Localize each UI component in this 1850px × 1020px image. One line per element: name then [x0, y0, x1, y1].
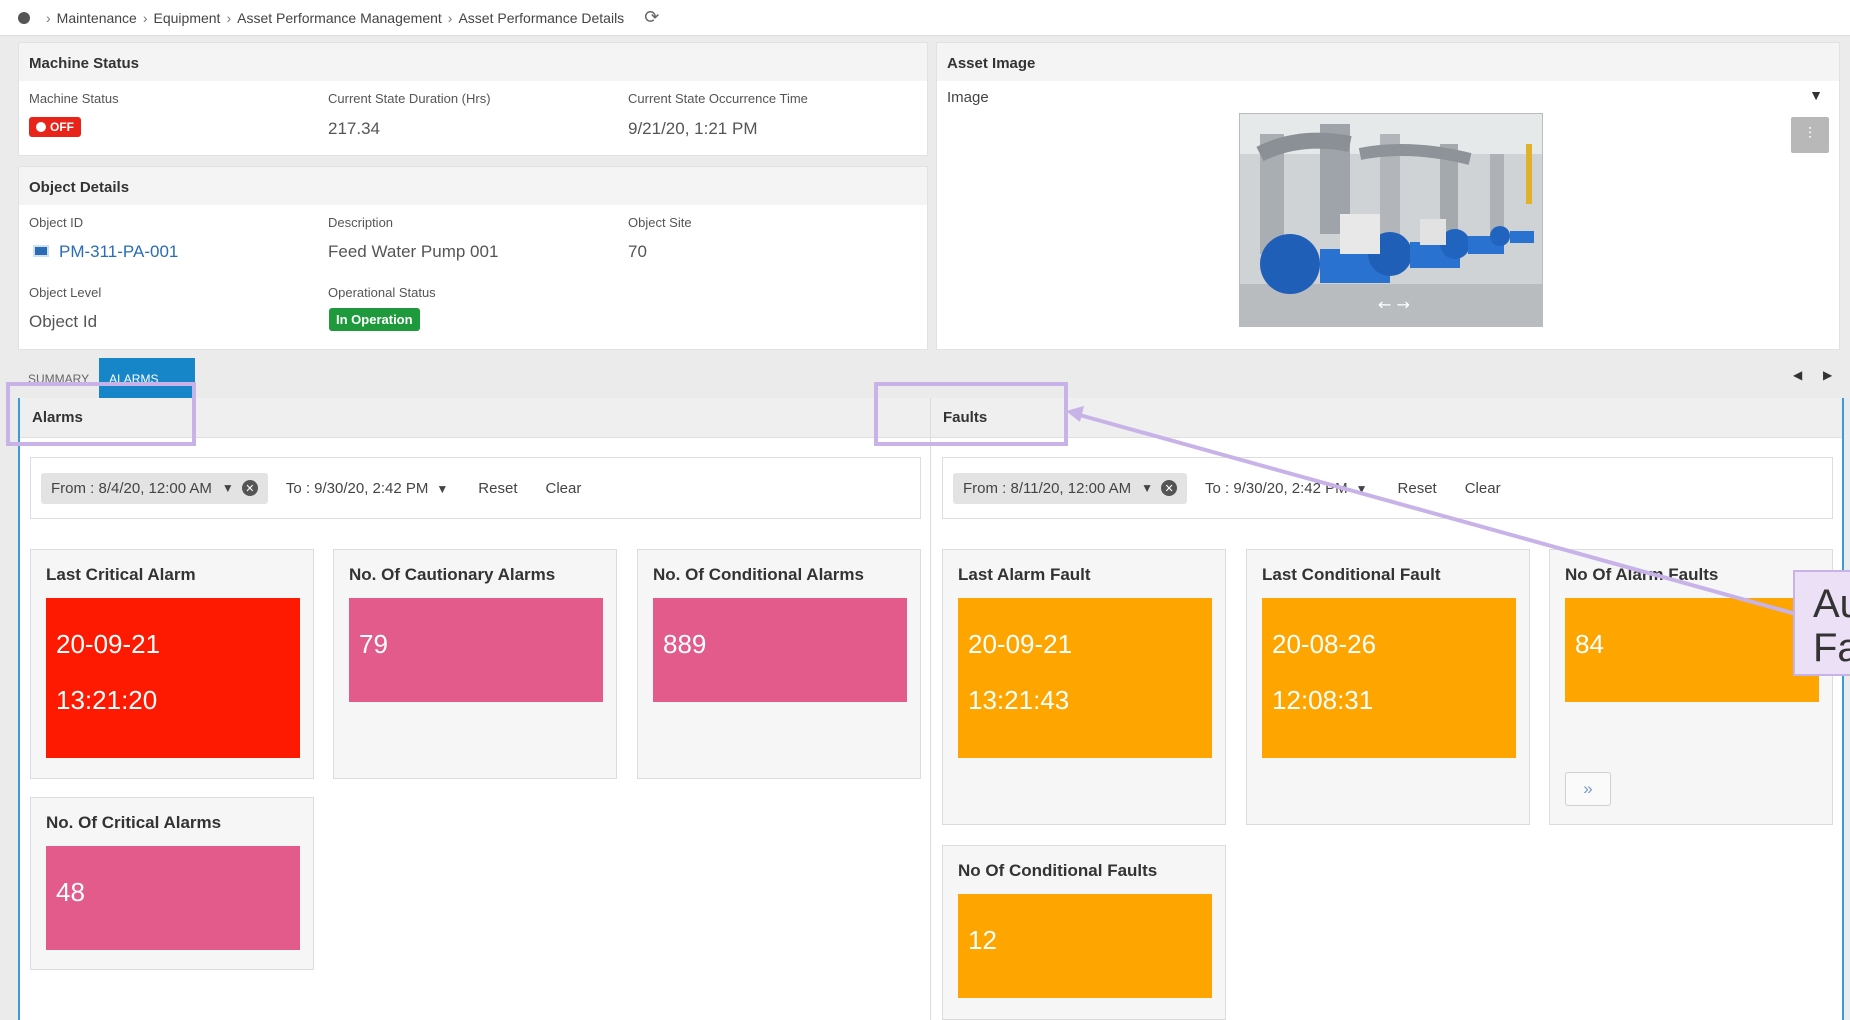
annotation-callout: Au Fa: [1793, 570, 1850, 676]
callout-line-2: Fa: [1813, 626, 1850, 670]
annotation-arrow: [1066, 406, 1797, 616]
callout-line-1: Au: [1813, 582, 1850, 626]
